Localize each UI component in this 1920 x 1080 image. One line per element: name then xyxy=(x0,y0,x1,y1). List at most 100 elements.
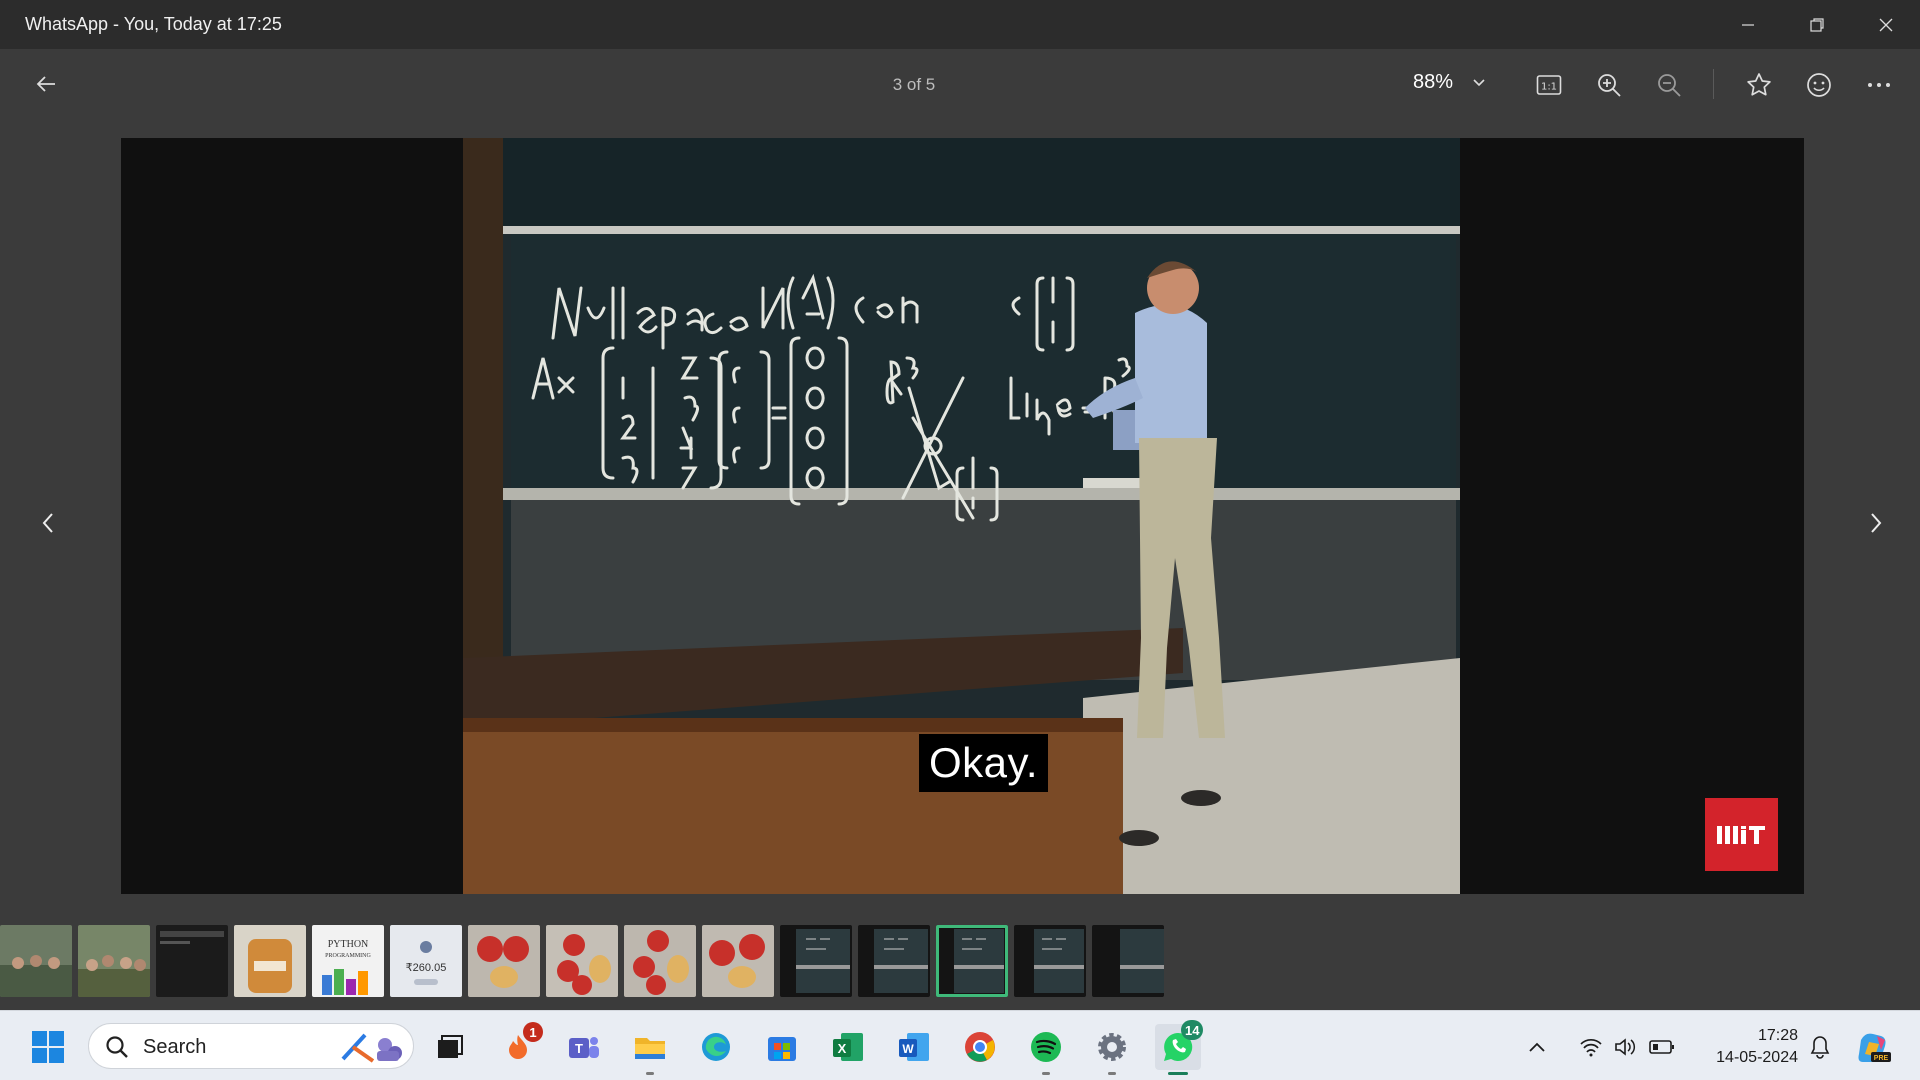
chevron-down-icon[interactable] xyxy=(1472,75,1486,93)
active-indicator xyxy=(1168,1072,1188,1075)
chevron-up-icon xyxy=(1529,1042,1545,1052)
svg-text:X: X xyxy=(838,1041,847,1056)
taskbar-app-teams[interactable]: T xyxy=(561,1024,607,1070)
running-indicator xyxy=(1108,1072,1116,1075)
react-button[interactable] xyxy=(1803,69,1835,101)
taskbar-app-spotify[interactable] xyxy=(1023,1024,1069,1075)
filmstrip-thumb[interactable] xyxy=(624,925,696,997)
copilot-icon: PRE xyxy=(1858,1033,1891,1062)
taskbar-app-store[interactable] xyxy=(759,1024,805,1070)
battery-icon xyxy=(1649,1040,1674,1054)
restore-button[interactable] xyxy=(1782,0,1851,49)
clock-date: 14-05-2024 xyxy=(1716,1049,1798,1066)
running-indicator xyxy=(646,1072,654,1075)
copilot-button[interactable]: PRE xyxy=(1852,1024,1894,1070)
filmstrip-thumb[interactable]: ₹260.05 xyxy=(390,925,462,997)
chevron-left-icon xyxy=(42,513,53,533)
close-button[interactable] xyxy=(1851,0,1920,49)
taskbar-app-word[interactable]: W xyxy=(891,1024,937,1070)
svg-text:1:1: 1:1 xyxy=(1541,82,1557,93)
teams-icon: T xyxy=(569,1037,599,1058)
filmstrip-thumb[interactable]: PYTHON PROGRAMMING xyxy=(312,925,384,997)
filmstrip-thumb[interactable] xyxy=(78,925,150,997)
excel-icon: X xyxy=(833,1033,863,1061)
volume-button[interactable] xyxy=(1611,1024,1641,1070)
notification-badge: 14 xyxy=(1181,1020,1204,1040)
star-icon xyxy=(1747,73,1771,96)
filmstrip-thumb[interactable] xyxy=(0,925,72,997)
zoom-in-button[interactable] xyxy=(1593,69,1625,101)
taskbar-app-whatsapp[interactable]: 14 xyxy=(1155,1020,1204,1075)
title-bar: WhatsApp - You, Today at 17:25 xyxy=(0,0,1920,49)
filmstrip-thumb[interactable] xyxy=(780,925,852,997)
minimize-button[interactable] xyxy=(1713,0,1782,49)
show-hidden-icons-button[interactable] xyxy=(1522,1024,1552,1070)
window-title: WhatsApp - You, Today at 17:25 xyxy=(25,14,282,34)
word-icon: W xyxy=(899,1033,929,1061)
filmstrip-thumb[interactable] xyxy=(546,925,618,997)
filmstrip-thumb[interactable] xyxy=(858,925,930,997)
more-options-button[interactable] xyxy=(1863,69,1895,101)
taskbar-app-excel[interactable]: X xyxy=(825,1024,871,1070)
chrome-icon xyxy=(965,1032,995,1062)
taskbar-app-edge[interactable] xyxy=(693,1024,739,1070)
windows-icon xyxy=(32,1031,64,1063)
zoom-in-icon xyxy=(1598,74,1621,97)
zoom-out-icon xyxy=(1658,74,1681,97)
video-caption: Okay. xyxy=(919,734,1049,792)
svg-text:PROGRAMMING: PROGRAMMING xyxy=(325,953,371,959)
star-button[interactable] xyxy=(1743,69,1775,101)
start-button[interactable] xyxy=(25,1024,71,1070)
search-highlight-icon xyxy=(341,1033,402,1063)
running-indicator xyxy=(1042,1072,1050,1075)
taskbar-app-flame[interactable]: 1 xyxy=(495,1022,543,1070)
edge-icon xyxy=(702,1033,730,1061)
taskbar-app-file-explorer[interactable] xyxy=(627,1024,673,1075)
chevron-right-icon xyxy=(1871,513,1882,533)
filmstrip-thumb[interactable] xyxy=(156,925,228,997)
filmstrip-thumb[interactable] xyxy=(234,925,306,997)
notifications-button[interactable] xyxy=(1804,1024,1836,1070)
taskbar-app-settings[interactable] xyxy=(1089,1024,1135,1075)
filmstrip: PYTHON PROGRAMMING ₹260.05 xyxy=(0,925,1164,997)
volume-icon xyxy=(1615,1038,1636,1056)
folder-icon xyxy=(635,1038,665,1059)
zoom-out-button[interactable] xyxy=(1653,69,1685,101)
search-placeholder: Search xyxy=(143,1036,207,1058)
actual-size-button[interactable]: 1:1 xyxy=(1533,69,1565,101)
filmstrip-thumb[interactable] xyxy=(468,925,540,997)
task-view-button[interactable] xyxy=(426,1024,472,1070)
svg-text:T: T xyxy=(575,1041,583,1056)
taskbar-search[interactable]: Search xyxy=(88,1023,414,1069)
minimize-icon xyxy=(1741,23,1754,26)
gear-icon xyxy=(1098,1033,1126,1061)
search-icon xyxy=(106,1036,128,1058)
svg-text:PRE: PRE xyxy=(1874,1055,1889,1062)
task-view-icon xyxy=(438,1035,463,1058)
system-clock[interactable]: 17:28 14-05-2024 xyxy=(1696,1025,1798,1069)
filmstrip-thumb-active[interactable] xyxy=(936,925,1008,997)
next-arrow[interactable] xyxy=(1861,505,1891,541)
taskbar: Search 1 T X W 14 17:28 14-05-2024 PRE xyxy=(0,1010,1920,1080)
actual-size-icon: 1:1 xyxy=(1536,75,1562,95)
smiley-icon xyxy=(1807,73,1831,97)
filmstrip-thumb[interactable] xyxy=(1092,925,1164,997)
wifi-button[interactable] xyxy=(1576,1024,1606,1070)
toolbar-divider xyxy=(1713,69,1714,99)
more-icon xyxy=(1868,83,1890,87)
taskbar-app-chrome[interactable] xyxy=(957,1024,1003,1070)
battery-button[interactable] xyxy=(1647,1024,1677,1070)
bell-icon xyxy=(1810,1036,1830,1059)
svg-text:₹260.05: ₹260.05 xyxy=(406,962,447,974)
filmstrip-thumb[interactable] xyxy=(1014,925,1086,997)
zoom-level[interactable]: 88% xyxy=(1413,71,1453,94)
previous-arrow[interactable] xyxy=(33,505,63,541)
restore-icon xyxy=(1809,17,1824,32)
store-icon xyxy=(768,1037,796,1061)
svg-text:W: W xyxy=(902,1042,914,1056)
svg-text:PYTHON: PYTHON xyxy=(328,939,369,950)
close-icon xyxy=(1879,18,1892,31)
spotify-icon xyxy=(1031,1032,1061,1062)
filmstrip-thumb[interactable] xyxy=(702,925,774,997)
wifi-icon xyxy=(1580,1038,1602,1057)
